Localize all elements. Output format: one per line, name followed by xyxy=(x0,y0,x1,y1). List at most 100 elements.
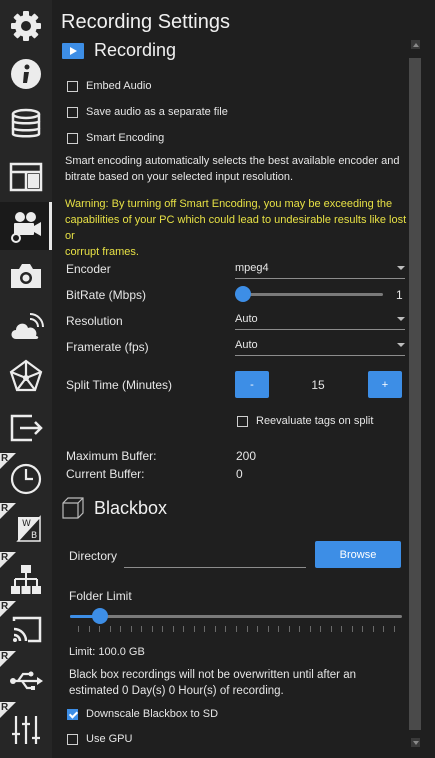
play-icon xyxy=(62,42,84,59)
bitrate-value: 1 xyxy=(396,288,403,302)
warning-line: Warning: By turning off Smart Encoding, … xyxy=(65,198,393,210)
framerate-select[interactable]: Auto xyxy=(235,334,405,356)
sidebar-item-cloud[interactable] xyxy=(0,303,52,351)
separate-audio-checkbox[interactable]: Save audio as a separate file xyxy=(67,106,228,118)
recording-section-title: Recording xyxy=(94,40,177,60)
limit-text: Limit: 100.0 GB xyxy=(69,646,145,658)
slider-tick xyxy=(194,626,195,632)
checkbox-box[interactable] xyxy=(67,106,78,118)
slider-tick xyxy=(162,626,163,632)
r-badge-label: R xyxy=(1,453,9,464)
sidebar-item-info[interactable] xyxy=(0,50,52,98)
export-icon xyxy=(10,414,43,442)
cube-icon xyxy=(62,497,84,519)
slider-tick xyxy=(152,626,153,632)
smart-desc-line: bitrate based on your selected input res… xyxy=(65,171,294,183)
scroll-up-arrow[interactable] xyxy=(411,40,420,49)
scrollbar[interactable] xyxy=(408,30,422,758)
slider-ticks xyxy=(70,626,402,634)
page-title: Recording Settings xyxy=(61,11,230,33)
video-camera-settings-icon xyxy=(10,212,41,243)
resolution-select[interactable]: Auto xyxy=(235,308,405,330)
slider-tick xyxy=(299,626,300,632)
slider-tick xyxy=(257,626,258,632)
resolution-label: Resolution xyxy=(66,314,123,328)
checkbox-box[interactable] xyxy=(67,708,78,720)
checkbox-box[interactable] xyxy=(67,132,78,144)
embed-audio-checkbox[interactable]: Embed Audio xyxy=(67,80,151,92)
sidebar-item-network-pentagon[interactable] xyxy=(0,352,52,400)
blackbox-note: Black box recordings will not be overwri… xyxy=(69,667,399,699)
split-time-value[interactable]: 15 xyxy=(270,378,366,392)
slider-tick xyxy=(78,626,79,632)
slider-tick xyxy=(362,626,363,632)
gear-icon xyxy=(11,11,41,41)
slider-tick xyxy=(204,626,205,632)
max-buffer-label: Maximum Buffer: xyxy=(66,449,157,463)
smart-encoding-label: Smart Encoding xyxy=(86,132,165,144)
bitrate-label: BitRate (Mbps) xyxy=(66,288,147,302)
chevron-down-icon xyxy=(397,316,405,321)
sidebar-item-usb[interactable] xyxy=(0,651,52,703)
max-buffer-value: 200 xyxy=(236,449,257,463)
slider-tick xyxy=(341,626,342,632)
slider-tick xyxy=(141,626,142,632)
split-time-label: Split Time (Minutes) xyxy=(66,378,173,392)
smart-encoding-checkbox[interactable]: Smart Encoding xyxy=(67,132,164,144)
sidebar-item-settings[interactable] xyxy=(0,2,52,50)
database-icon xyxy=(11,108,41,138)
checkbox-box[interactable] xyxy=(237,415,248,427)
bitrate-slider[interactable] xyxy=(235,286,383,302)
encoder-select[interactable]: mpeg4 xyxy=(235,257,405,279)
scrollbar-thumb[interactable] xyxy=(409,58,421,730)
note-line: estimated 0 Day(s) 0 Hour(s) of recordin… xyxy=(69,685,284,697)
folder-limit-slider[interactable] xyxy=(70,608,402,624)
sidebar-item-snapshot[interactable] xyxy=(0,252,52,300)
r-badge-label: R xyxy=(1,601,9,612)
slider-thumb[interactable] xyxy=(92,608,108,624)
scroll-down-arrow[interactable] xyxy=(411,738,420,747)
slider-thumb[interactable] xyxy=(235,286,251,302)
r-badge-label: R xyxy=(1,651,9,662)
sidebar-item-storage[interactable] xyxy=(0,100,52,148)
chevron-down-icon xyxy=(397,265,405,270)
downscale-checkbox[interactable]: Downscale Blackbox to SD xyxy=(67,708,218,720)
slider-tick xyxy=(173,626,174,632)
slider-track xyxy=(235,293,383,296)
smart-desc-line: Smart encoding automatically selects the… xyxy=(65,155,400,167)
current-buffer-label: Current Buffer: xyxy=(66,467,145,481)
slider-tick xyxy=(120,626,121,632)
slider-tick xyxy=(215,626,216,632)
info-icon xyxy=(11,59,41,89)
reevaluate-tags-checkbox[interactable]: Reevaluate tags on split xyxy=(237,415,373,427)
network-pentagon-icon xyxy=(9,359,43,392)
framerate-label: Framerate (fps) xyxy=(66,340,149,354)
sidebar-item-export[interactable] xyxy=(0,403,52,451)
note-line: Black box recordings will not be overwri… xyxy=(69,669,357,681)
checkbox-box[interactable] xyxy=(67,733,78,745)
separate-audio-label: Save audio as a separate file xyxy=(86,106,228,118)
directory-label: Directory xyxy=(69,549,118,563)
checkbox-box[interactable] xyxy=(67,80,78,92)
slider-tick xyxy=(373,626,374,632)
sidebar-item-cast[interactable] xyxy=(0,601,52,653)
slider-tick xyxy=(310,626,311,632)
directory-input[interactable] xyxy=(124,546,306,568)
sidebar: W B xyxy=(0,0,52,758)
slider-tick xyxy=(383,626,384,632)
sidebar-item-adjustments[interactable] xyxy=(0,702,52,754)
current-buffer-value: 0 xyxy=(236,467,243,481)
split-time-increment-button[interactable]: + xyxy=(368,371,402,398)
use-gpu-label: Use GPU xyxy=(86,733,133,745)
sidebar-item-layout[interactable] xyxy=(0,153,52,201)
resolution-value: Auto xyxy=(235,312,258,325)
use-gpu-checkbox[interactable]: Use GPU xyxy=(67,733,132,745)
split-time-decrement-button[interactable]: - xyxy=(235,371,269,398)
browse-button[interactable]: Browse xyxy=(315,541,401,568)
slider-tick xyxy=(110,626,111,632)
slider-tick xyxy=(99,626,100,632)
recording-settings-panel: Recording Settings Recording Embed Audio… xyxy=(52,0,408,758)
r-badge-label: R xyxy=(1,702,9,713)
sidebar-item-network[interactable] xyxy=(0,552,52,604)
sidebar-item-recording[interactable] xyxy=(0,202,52,250)
